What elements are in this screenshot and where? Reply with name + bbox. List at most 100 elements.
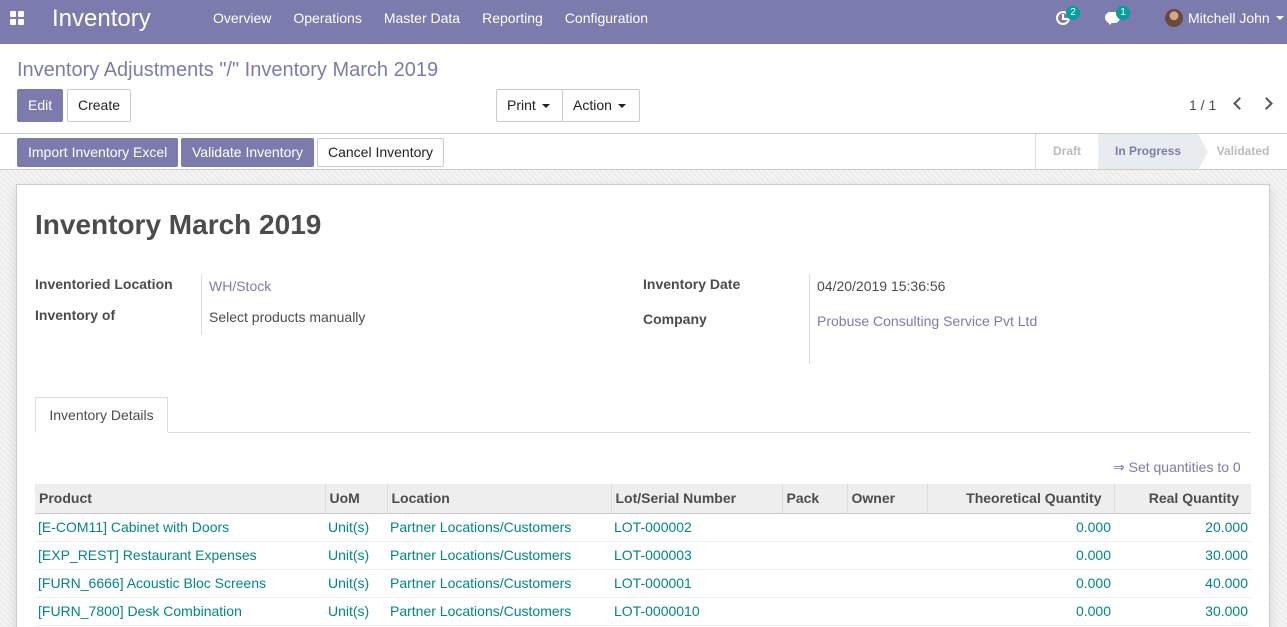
pager-next-icon[interactable]: [1260, 97, 1273, 110]
table-row[interactable]: [E-COM11] Cabinet with Doors Unit(s) Par…: [35, 513, 1251, 542]
stage-arrow: [1198, 134, 1208, 170]
create-button[interactable]: Create: [67, 89, 132, 122]
inventory-of-value[interactable]: Select products manually: [209, 309, 365, 325]
user-name: Mitchell John: [1188, 10, 1270, 26]
lot-cell[interactable]: LOT-000003: [611, 541, 782, 570]
inventory-lines-table: Product UoM Location Lot/Serial Number P…: [35, 484, 1251, 626]
cancel-inventory-button[interactable]: Cancel Inventory: [317, 138, 445, 167]
activities-count-badge: 2: [1066, 6, 1080, 20]
inventory-date-value[interactable]: 04/20/2019 15:36:56: [817, 278, 945, 294]
control-panel: Inventory Adjustments "/" Inventory Marc…: [0, 44, 1287, 134]
menu-item-operations[interactable]: Operations: [282, 0, 372, 36]
field-divider: [201, 275, 202, 335]
pack-cell[interactable]: [782, 569, 847, 598]
location-cell[interactable]: Partner Locations/Customers: [387, 513, 611, 542]
set-quantities-link[interactable]: ⇒ Set quantities to 0: [1113, 459, 1241, 476]
pager-value[interactable]: 1 / 1: [1189, 97, 1216, 113]
table-header-row: Product UoM Location Lot/Serial Number P…: [35, 484, 1251, 514]
uom-cell[interactable]: Unit(s): [325, 597, 387, 626]
column-owner[interactable]: Owner: [846, 484, 927, 514]
action-dropdown[interactable]: Action: [562, 89, 640, 122]
lot-cell[interactable]: LOT-000001: [611, 569, 782, 598]
caret-down-icon: [541, 104, 550, 108]
field-divider: [809, 274, 810, 364]
avatar: [1165, 9, 1183, 27]
company-label: Company: [643, 311, 707, 327]
validate-inventory-button[interactable]: Validate Inventory: [181, 138, 315, 167]
product-cell[interactable]: [EXP_REST] Restaurant Expenses: [35, 541, 325, 570]
column-uom[interactable]: UoM: [324, 484, 387, 514]
menu-item-overview[interactable]: Overview: [202, 0, 282, 36]
company-link[interactable]: Probuse Consulting Service Pvt Ltd: [817, 313, 1037, 329]
menu-item-reporting[interactable]: Reporting: [471, 0, 554, 36]
action-label: Action: [573, 97, 612, 113]
product-cell[interactable]: [FURN_7800] Desk Combination: [35, 597, 325, 626]
apps-menu-icon[interactable]: [9, 10, 25, 26]
user-menu[interactable]: Mitchell John: [1165, 0, 1284, 36]
owner-cell[interactable]: [847, 541, 927, 570]
product-cell[interactable]: [FURN_6666] Acoustic Bloc Screens: [35, 569, 325, 598]
activities-button[interactable]: 2: [1054, 0, 1084, 36]
app-brand[interactable]: Inventory: [52, 5, 151, 33]
uom-cell[interactable]: Unit(s): [325, 541, 387, 570]
real-quantity-cell[interactable]: 40.000: [1114, 569, 1251, 598]
table-row[interactable]: [FURN_7800] Desk Combination Unit(s) Par…: [35, 597, 1251, 626]
real-quantity-cell[interactable]: 30.000: [1114, 541, 1251, 570]
print-dropdown[interactable]: Print: [496, 89, 563, 122]
owner-cell[interactable]: [847, 513, 927, 542]
column-location[interactable]: Location: [386, 484, 611, 514]
main-menu: Overview Operations Master Data Reportin…: [202, 0, 659, 36]
column-theoretical-quantity[interactable]: Theoretical Quantity: [926, 484, 1114, 514]
pack-cell[interactable]: [782, 597, 847, 626]
print-label: Print: [507, 97, 536, 113]
chevron-down-icon: [1275, 16, 1284, 20]
tab-inventory-details[interactable]: Inventory Details: [35, 397, 168, 433]
statusbar: Import Inventory Excel Validate Inventor…: [0, 134, 1287, 170]
caret-down-icon: [617, 104, 626, 108]
theoretical-quantity-cell[interactable]: 0.000: [927, 597, 1114, 626]
inventory-of-label: Inventory of: [35, 307, 116, 323]
messages-button[interactable]: 1: [1104, 0, 1134, 36]
inventoried-location-link[interactable]: WH/Stock: [209, 278, 271, 294]
pack-cell[interactable]: [782, 541, 847, 570]
column-product[interactable]: Product: [35, 484, 325, 514]
form-title: Inventory March 2019: [35, 209, 322, 240]
inventory-date-label: Inventory Date: [643, 276, 741, 292]
import-inventory-excel-button[interactable]: Import Inventory Excel: [17, 138, 179, 167]
menu-item-configuration[interactable]: Configuration: [554, 0, 659, 36]
pack-cell[interactable]: [782, 513, 847, 542]
breadcrumb: Inventory Adjustments "/" Inventory Marc…: [17, 59, 438, 82]
lot-cell[interactable]: LOT-0000010: [611, 597, 782, 626]
real-quantity-cell[interactable]: 20.000: [1114, 513, 1251, 542]
owner-cell[interactable]: [847, 569, 927, 598]
lot-cell[interactable]: LOT-000002: [611, 513, 782, 542]
breadcrumb-parent-link[interactable]: Inventory Adjustments "/": [17, 59, 239, 81]
table-row[interactable]: [FURN_6666] Acoustic Bloc Screens Unit(s…: [35, 569, 1251, 598]
product-cell[interactable]: [E-COM11] Cabinet with Doors: [35, 513, 325, 542]
table-row[interactable]: [EXP_REST] Restaurant Expenses Unit(s) P…: [35, 541, 1251, 570]
stage-validated[interactable]: Validated: [1208, 134, 1278, 169]
real-quantity-cell[interactable]: 30.000: [1114, 597, 1251, 626]
theoretical-quantity-cell[interactable]: 0.000: [927, 541, 1114, 570]
menu-item-master-data[interactable]: Master Data: [373, 0, 471, 36]
inventoried-location-label: Inventoried Location: [35, 276, 173, 292]
column-real-quantity[interactable]: Real Quantity: [1113, 484, 1251, 514]
stage-in-progress[interactable]: In Progress: [1098, 134, 1198, 169]
pager-previous-icon[interactable]: [1233, 97, 1246, 110]
location-cell[interactable]: Partner Locations/Customers: [387, 541, 611, 570]
top-navbar: Inventory Overview Operations Master Dat…: [0, 0, 1287, 44]
uom-cell[interactable]: Unit(s): [325, 513, 387, 542]
form-sheet: Inventory March 2019 Inventoried Locatio…: [16, 184, 1270, 627]
tab-border: [35, 432, 1251, 433]
theoretical-quantity-cell[interactable]: 0.000: [927, 513, 1114, 542]
location-cell[interactable]: Partner Locations/Customers: [387, 569, 611, 598]
edit-button[interactable]: Edit: [17, 89, 64, 122]
stage-arrow: [1089, 134, 1099, 170]
column-pack[interactable]: Pack: [781, 484, 847, 514]
location-cell[interactable]: Partner Locations/Customers: [387, 597, 611, 626]
breadcrumb-current: Inventory March 2019: [244, 59, 439, 81]
theoretical-quantity-cell[interactable]: 0.000: [927, 569, 1114, 598]
column-lot-serial-number[interactable]: Lot/Serial Number: [610, 484, 782, 514]
owner-cell[interactable]: [847, 597, 927, 626]
uom-cell[interactable]: Unit(s): [325, 569, 387, 598]
